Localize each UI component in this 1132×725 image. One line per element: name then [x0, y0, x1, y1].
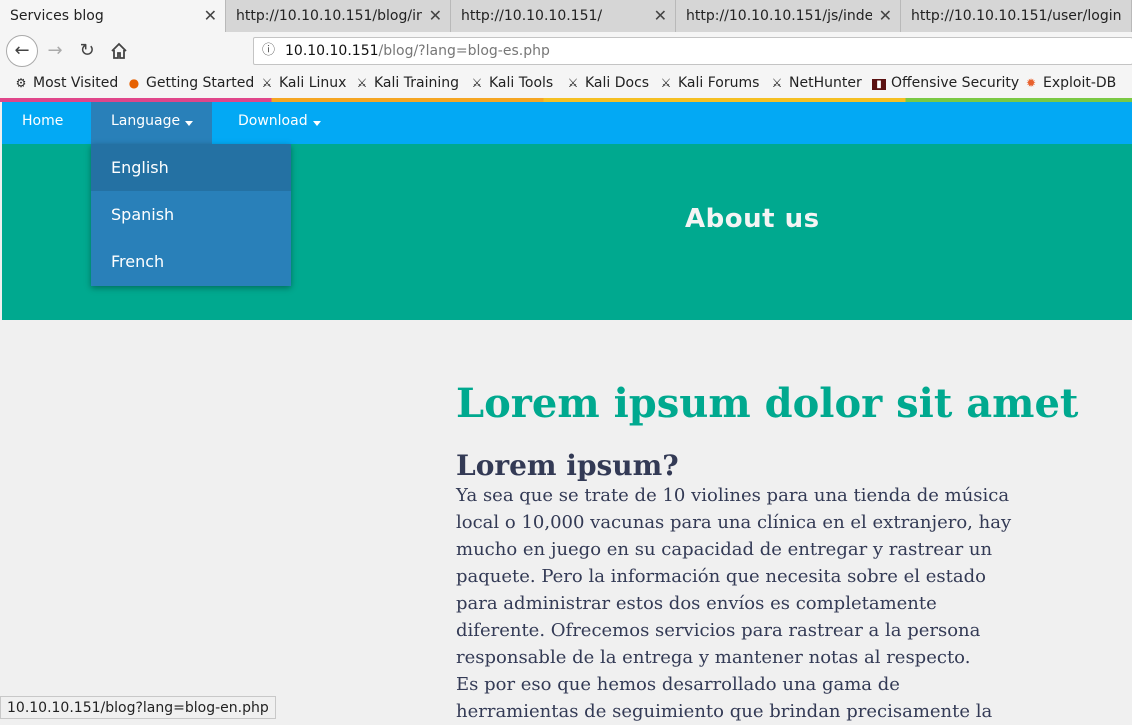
nav-language-dropdown[interactable]: Language: [91, 102, 212, 144]
paragraph-line: herramientas de seguimiento que brindan …: [456, 701, 993, 722]
bookmark-kali-linux[interactable]: ⚔ Kali Linux: [260, 75, 347, 91]
tab-title: http://10.10.10.151/user/login: [911, 8, 1121, 24]
bookmark-label: Kali Docs: [585, 75, 650, 91]
close-icon[interactable]: ✕: [429, 0, 442, 32]
caret-down-icon: [185, 121, 194, 126]
close-icon[interactable]: ✕: [654, 0, 667, 32]
language-option-french[interactable]: French: [91, 238, 291, 285]
bookmark-getting-started[interactable]: ● Getting Started: [127, 75, 255, 91]
close-icon[interactable]: ✕: [879, 0, 892, 32]
paragraph-line: local o 10,000 vacunas para una clínica …: [456, 512, 1012, 533]
home-button[interactable]: [104, 36, 134, 66]
kali-dragon-icon: ⚔: [356, 76, 368, 90]
navigation-toolbar: ← → ↻ ⓘ 10.10.10.151/blog/?lang=blog-es.…: [0, 32, 1132, 70]
nav-language-label: Language: [111, 113, 181, 129]
home-icon: [111, 42, 127, 59]
nav-download-label: Download: [238, 113, 308, 129]
bookmark-kali-tools[interactable]: ⚔ Kali Tools: [470, 75, 554, 91]
paragraph-line: paquete. Pero la información que necesit…: [456, 566, 986, 587]
tab-title: http://10.10.10.151/blog/index: [236, 8, 422, 24]
link-status-bar: 10.10.10.151/blog?lang=blog-en.php: [0, 696, 276, 719]
language-option-english[interactable]: English: [91, 144, 291, 191]
back-button[interactable]: ←: [6, 35, 38, 67]
reload-button[interactable]: ↻: [72, 36, 102, 66]
bookmark-label: Getting Started: [146, 75, 255, 91]
address-bar[interactable]: ⓘ 10.10.10.151/blog/?lang=blog-es.php: [253, 37, 1132, 65]
paragraph-line: diferente. Ofrecemos servicios para rast…: [456, 620, 981, 641]
bookmark-label: Kali Linux: [279, 75, 347, 91]
bookmark-kali-forums[interactable]: ⚔ Kali Forums: [659, 75, 760, 91]
tab-services-blog[interactable]: Services blog ✕: [0, 0, 226, 32]
paragraph-line: Es por eso que hemos desarrollado una ga…: [456, 674, 900, 695]
bookmark-label: Exploit-DB: [1043, 75, 1117, 91]
kali-dragon-icon: ⚔: [471, 76, 483, 90]
bookmarks-toolbar: ⚙ Most Visited ● Getting Started ⚔ Kali Lin…: [0, 70, 1132, 98]
bookmark-most-visited[interactable]: ⚙ Most Visited: [14, 75, 119, 91]
paragraph-line: Ya sea que se trate de 10 violines para …: [456, 485, 1010, 506]
language-menu: English Spanish French: [91, 144, 291, 286]
hero-title: About us: [685, 204, 820, 234]
bookmark-label: NetHunter: [789, 75, 862, 91]
bookmark-label: Offensive Security: [891, 75, 1020, 91]
article-subheading: Lorem ipsum?: [456, 449, 679, 482]
bookmark-exploit-db[interactable]: ✹ Exploit-DB: [1024, 75, 1116, 91]
kali-dragon-icon: ⚔: [567, 76, 579, 90]
kali-dragon-icon: ⚔: [261, 76, 273, 90]
bookmark-kali-docs[interactable]: ⚔ Kali Docs: [566, 75, 649, 91]
tab-user-login[interactable]: http://10.10.10.151/user/login: [901, 0, 1132, 32]
tab-title: http://10.10.10.151/: [461, 8, 603, 24]
nav-home-link[interactable]: Home: [2, 102, 83, 144]
tab-title: Services blog: [10, 8, 104, 24]
site-navbar: Home Language Download: [2, 102, 1132, 144]
paragraph-line: para administrar estos dos envíos es com…: [456, 593, 937, 614]
close-icon[interactable]: ✕: [204, 0, 217, 32]
article: Lorem ipsum dolor sit amet Lorem ipsum? …: [456, 380, 1096, 725]
arrow-left-icon: ←: [14, 40, 30, 61]
paragraph-line: mucho en juego en su capacidad de entreg…: [456, 539, 993, 560]
caret-down-icon: [312, 121, 321, 126]
paragraph-line: responsable de la entrega y mantener not…: [456, 647, 971, 668]
kali-dragon-icon: ⚔: [771, 76, 783, 90]
reload-icon: ↻: [79, 40, 95, 61]
firefox-icon: ●: [128, 76, 140, 90]
url-host: 10.10.10.151: [285, 43, 379, 59]
exploit-db-icon: ✹: [1025, 76, 1037, 90]
bookmark-nethunter[interactable]: ⚔ NetHunter: [770, 75, 862, 91]
article-heading: Lorem ipsum dolor sit amet: [456, 380, 1079, 427]
arrow-right-icon: →: [47, 40, 63, 61]
info-icon[interactable]: ⓘ: [262, 38, 275, 64]
bookmark-label: Kali Training: [374, 75, 459, 91]
tab-bar: Services blog ✕ http://10.10.10.151/blog…: [0, 0, 1132, 32]
tab-root[interactable]: http://10.10.10.151/ ✕: [451, 0, 676, 32]
bookmark-offensive-security[interactable]: ▮ Offensive Security: [872, 75, 1019, 91]
tab-js-index[interactable]: http://10.10.10.151/js/index.js ✕: [676, 0, 901, 32]
tab-title: http://10.10.10.151/js/index.js: [686, 8, 872, 24]
language-option-spanish[interactable]: Spanish: [91, 191, 291, 238]
nav-download-dropdown[interactable]: Download: [218, 102, 341, 144]
bookmark-kali-training[interactable]: ⚔ Kali Training: [355, 75, 459, 91]
offsec-icon: ▮: [872, 79, 886, 90]
gear-icon: ⚙: [15, 76, 27, 90]
bookmark-label: Most Visited: [33, 75, 119, 91]
tab-blog-index[interactable]: http://10.10.10.151/blog/index ✕: [226, 0, 451, 32]
forward-button[interactable]: →: [40, 36, 70, 66]
kali-dragon-icon: ⚔: [660, 76, 672, 90]
bookmark-label: Kali Tools: [489, 75, 554, 91]
article-paragraph: Ya sea que se trate de 10 violines para …: [456, 482, 1056, 725]
bookmark-label: Kali Forums: [678, 75, 760, 91]
url-path: /blog/?lang=blog-es.php: [378, 43, 550, 59]
